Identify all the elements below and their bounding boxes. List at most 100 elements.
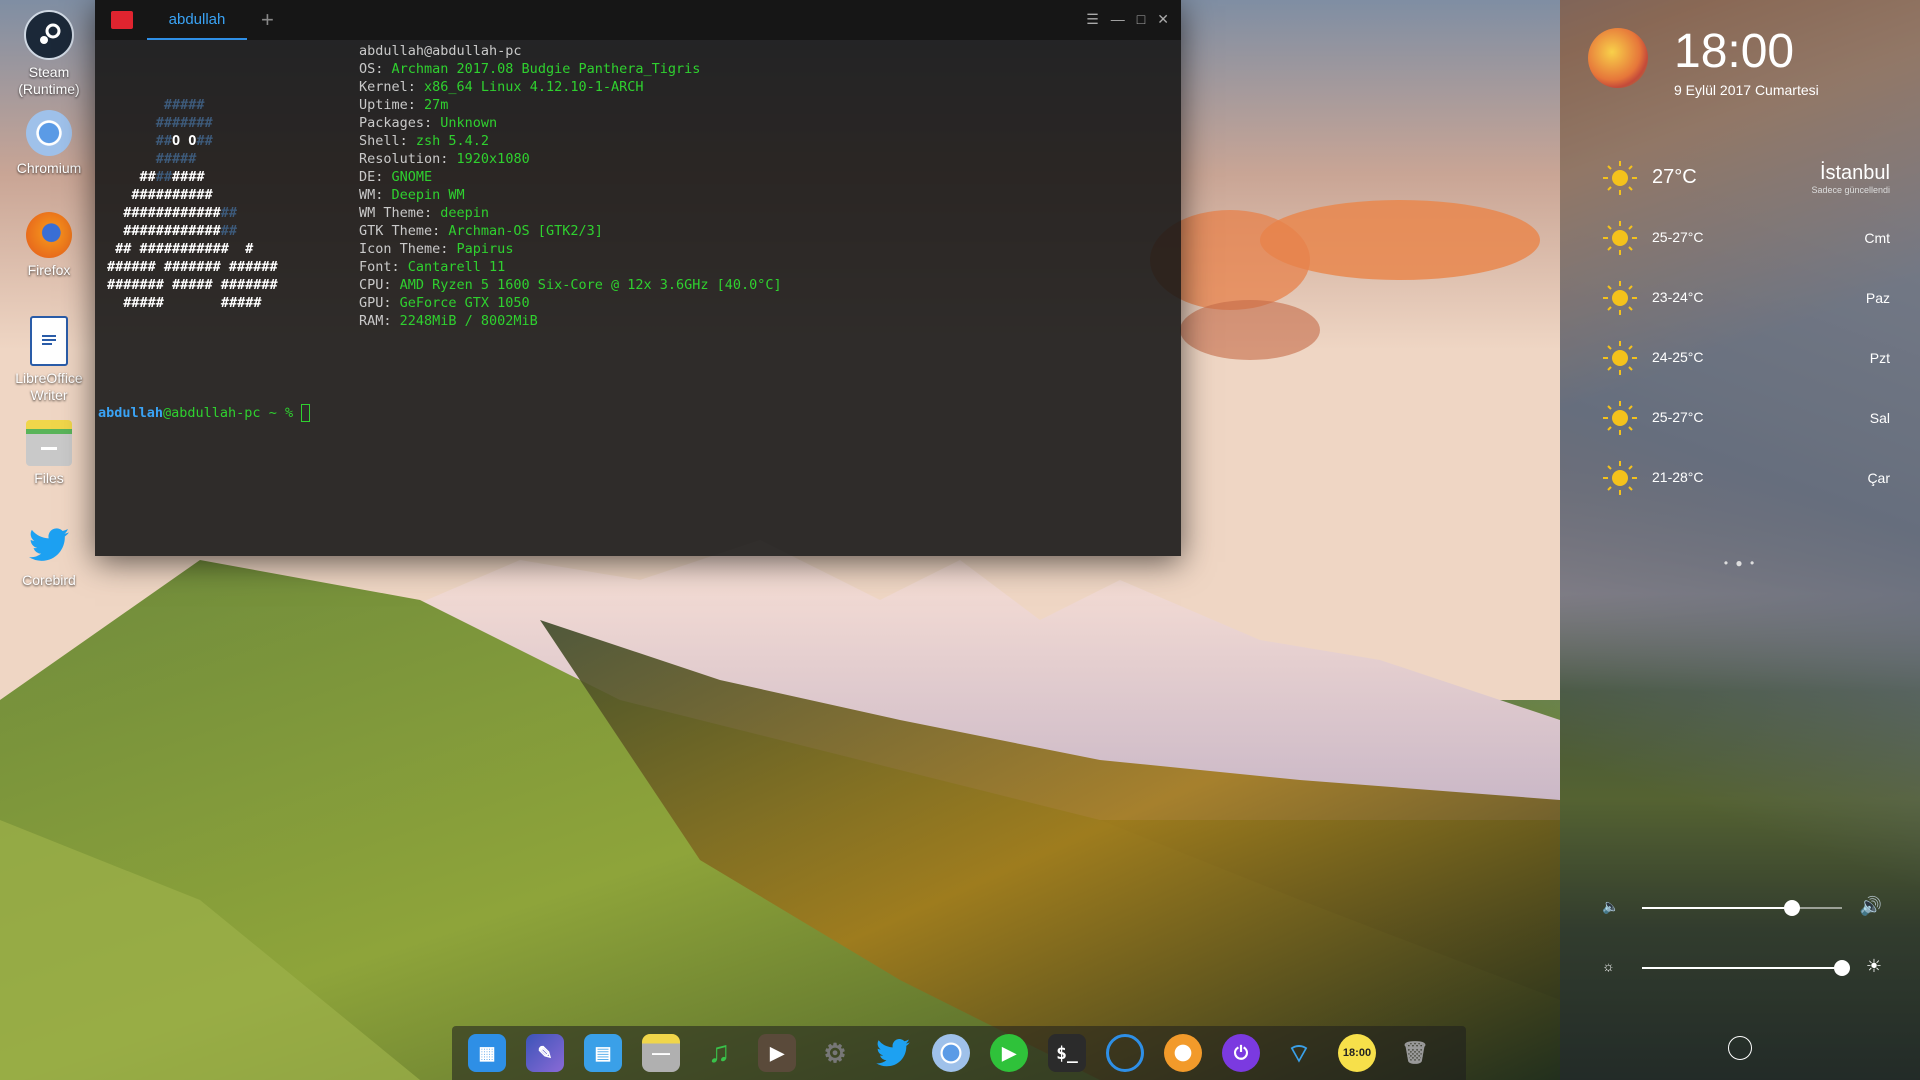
info-line: Kernel: x86_64 Linux 4.12.10-1-ARCH xyxy=(359,79,644,95)
terminal-cursor xyxy=(301,404,311,422)
forecast-row: 25-27°C Sal xyxy=(1560,388,1920,448)
browser-icon[interactable] xyxy=(1164,1034,1202,1072)
player-icon[interactable]: ▶ xyxy=(990,1034,1028,1072)
terminal-output[interactable]: ##### ####### ##O O## ##### ######## ###… xyxy=(95,40,1181,556)
info-line: CPU: AMD Ryzen 5 1600 Six-Core @ 12x 3.6… xyxy=(359,277,782,293)
sun-icon xyxy=(1603,221,1637,255)
info-line: Font: Cantarell 11 xyxy=(359,259,506,275)
editor-icon[interactable]: ✎ xyxy=(526,1034,564,1072)
clock-date: 9 Eylül 2017 Cumartesi xyxy=(1674,82,1819,98)
volume-high-icon: 🔊 xyxy=(1859,896,1882,916)
info-line: WM Theme: deepin xyxy=(359,205,490,221)
desktop-icon-label: Chromium xyxy=(16,160,82,176)
desktop-writer[interactable]: LibreOffice Writer xyxy=(0,316,98,404)
forecast-day: Çar xyxy=(1867,470,1890,486)
corebird-icon xyxy=(26,522,72,568)
window-controls: ☰ — □ ✕ xyxy=(1086,11,1169,28)
chromium-icon xyxy=(26,110,72,156)
forecast-temp: 25-27°C xyxy=(1652,229,1704,245)
brightness-low-icon: ☼ xyxy=(1602,958,1615,974)
power-icon[interactable]: ⏻ xyxy=(1222,1034,1260,1072)
brightness-knob[interactable] xyxy=(1834,960,1850,976)
info-line: GTK Theme: Archman-OS [GTK2/3] xyxy=(359,223,603,239)
info-line: RAM: 2248MiB / 8002MiB xyxy=(359,313,538,329)
clock-icon[interactable]: 18:00 xyxy=(1338,1034,1376,1072)
maximize-icon[interactable]: □ xyxy=(1137,11,1145,28)
settings-icon[interactable]: ⚙ xyxy=(816,1034,854,1072)
video-icon[interactable]: ▶ xyxy=(758,1034,796,1072)
info-line: OS: Archman 2017.08 Budgie Panthera_Tigr… xyxy=(359,61,701,77)
dock: ▦ ✎ ▤ — ♫ ▶ ⚙ ▶ $_ ⏻ ⌔ 18:00 🗑 xyxy=(452,1026,1466,1080)
avatar[interactable] xyxy=(1588,28,1648,88)
forecast-temp: 23-24°C xyxy=(1652,289,1704,305)
weather-city: İstanbul xyxy=(1819,162,1890,184)
forecast-row: 21-28°C Çar xyxy=(1560,448,1920,508)
close-icon[interactable]: ✕ xyxy=(1157,11,1169,28)
volume-low-icon: 🔈 xyxy=(1602,898,1620,914)
wifi-toggle-icon[interactable] xyxy=(1728,1036,1752,1060)
desktop-files[interactable]: Files xyxy=(0,420,98,487)
desktop-firefox[interactable]: Firefox xyxy=(0,212,98,279)
desktop-steam[interactable]: Steam (Runtime) xyxy=(0,10,98,98)
desktop-corebird[interactable]: Corebird xyxy=(0,522,98,589)
multitask-icon[interactable]: ▤ xyxy=(584,1034,622,1072)
info-line: Icon Theme: Papirus xyxy=(359,241,514,257)
sun-icon xyxy=(1603,281,1637,315)
tab-abdullah[interactable]: abdullah xyxy=(147,0,247,40)
forecast-row: 25-27°C Cmt xyxy=(1560,208,1920,268)
brightness-slider[interactable]: ☼ ☀ xyxy=(1602,956,1882,980)
forecast-temp: 21-28°C xyxy=(1652,469,1704,485)
weather-widget: 27°C İstanbul Sadece güncellendi 25-27°C… xyxy=(1560,148,1920,508)
forecast-day: Cmt xyxy=(1864,230,1890,246)
info-header: abdullah@abdullah-pc xyxy=(359,43,522,59)
info-line: Resolution: 1920x1080 xyxy=(359,151,530,167)
current-temperature: 27°C xyxy=(1652,166,1697,188)
forecast-day: Pzt xyxy=(1869,350,1890,366)
page-indicator[interactable]: • ● • xyxy=(1560,556,1920,570)
clock-time: 18:00 xyxy=(1674,25,1795,78)
music-icon[interactable]: ♫ xyxy=(700,1034,738,1072)
menu-icon[interactable]: ☰ xyxy=(1086,11,1099,28)
desktop-icon-label: Steam (Runtime) xyxy=(18,64,80,97)
forecast-day: Sal xyxy=(1869,410,1890,426)
desktop-chromium[interactable]: Chromium xyxy=(0,110,98,177)
brightness-high-icon: ☀ xyxy=(1865,956,1882,976)
sun-icon xyxy=(1603,341,1637,375)
monitor-icon[interactable] xyxy=(1106,1034,1144,1072)
files-icon xyxy=(26,420,72,466)
terminal-app-icon xyxy=(111,11,133,29)
shell-prompt[interactable]: abdullah@abdullah-pc ~ % xyxy=(98,404,311,422)
trash-icon[interactable]: 🗑 xyxy=(1396,1034,1434,1072)
twitter-icon[interactable] xyxy=(874,1034,912,1072)
files-icon[interactable]: — xyxy=(642,1034,680,1072)
forecast-day: Paz xyxy=(1865,290,1890,306)
info-line: Uptime: 27m xyxy=(359,97,449,113)
desktop-icon-label: Firefox xyxy=(27,262,71,278)
forecast-temp: 25-27°C xyxy=(1652,409,1704,425)
terminal-icon[interactable]: $_ xyxy=(1048,1034,1086,1072)
sun-icon xyxy=(1603,461,1637,495)
new-tab-button[interactable]: + xyxy=(261,7,274,33)
terminal-titlebar[interactable]: abdullah + ☰ — □ ✕ xyxy=(95,0,1181,40)
forecast-temp: 24-25°C xyxy=(1652,349,1704,365)
info-line: WM: Deepin WM xyxy=(359,187,465,203)
weather-status: Sadece güncellendi xyxy=(1811,185,1890,195)
volume-slider[interactable]: 🔈 🔊 xyxy=(1602,896,1882,920)
volume-knob[interactable] xyxy=(1784,900,1800,916)
wifi-icon[interactable]: ⌔ xyxy=(1280,1034,1318,1072)
ascii-logo: ##### ####### ##O O## ##### ######## ###… xyxy=(107,97,278,311)
info-line: GPU: GeForce GTX 1050 xyxy=(359,295,530,311)
chromium-icon[interactable] xyxy=(932,1034,970,1072)
forecast-row: 24-25°C Pzt xyxy=(1560,328,1920,388)
info-line: DE: GNOME xyxy=(359,169,433,185)
weather-current: 27°C İstanbul Sadece güncellendi xyxy=(1560,148,1920,208)
notification-panel: 18:00 9 Eylül 2017 Cumartesi 27°C İstanb… xyxy=(1560,0,1920,1080)
sun-icon xyxy=(1603,161,1637,195)
terminal-window[interactable]: abdullah + ☰ — □ ✕ ##### ####### ##O O##… xyxy=(95,0,1181,556)
steam-icon xyxy=(24,10,74,60)
minimize-icon[interactable]: — xyxy=(1111,11,1125,28)
writer-icon xyxy=(30,316,68,366)
launcher-icon[interactable]: ▦ xyxy=(468,1034,506,1072)
forecast-row: 23-24°C Paz xyxy=(1560,268,1920,328)
info-line: Shell: zsh 5.4.2 xyxy=(359,133,490,149)
